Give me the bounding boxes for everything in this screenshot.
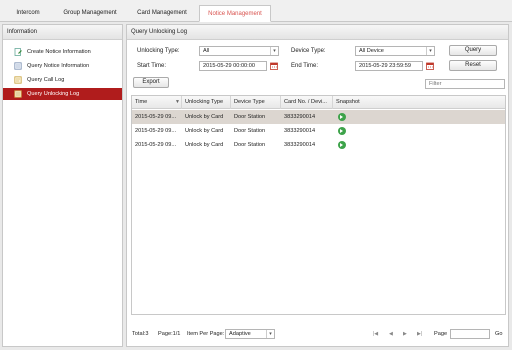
sidebar-item-create-notice[interactable]: Create Notice Information <box>3 46 122 58</box>
chevron-down-icon: ▾ <box>266 330 274 338</box>
device-type-label: Device Type: <box>291 48 326 54</box>
export-button[interactable]: Export <box>133 77 169 88</box>
items-per-page-value: Adaptive <box>229 331 251 337</box>
pager-total: Total:3 <box>132 331 149 337</box>
items-per-page-select[interactable]: Adaptive ▾ <box>225 329 275 339</box>
cell-time: 2015-05-29 09... <box>135 114 177 120</box>
end-time-label: End Time: <box>291 63 319 69</box>
unlocking-type-label: Unlocking Type: <box>137 48 180 54</box>
unlocking-log-table: Time ▼ Unlocking Type Device Type Card N… <box>131 95 506 315</box>
sidebar-item-label: Query Notice Information <box>27 63 90 69</box>
sidebar-item-query-notice[interactable]: Query Notice Information <box>3 60 122 72</box>
start-time-label: Start Time: <box>137 63 167 69</box>
tab-card-management[interactable]: Card Management <box>131 5 193 22</box>
sidebar-item-query-unlocking-log[interactable]: Query Unlocking Log <box>3 88 122 100</box>
chevron-down-icon: ▾ <box>270 47 278 55</box>
cell-device-type: Door Station <box>234 142 266 148</box>
query-button[interactable]: Query <box>449 45 497 56</box>
calendar-icon[interactable] <box>270 62 278 70</box>
column-header-device-type[interactable]: Device Type <box>231 96 281 109</box>
sidebar: Information Create Notice Information Qu… <box>2 24 123 347</box>
prev-page-icon[interactable]: ◀ <box>389 329 393 339</box>
cell-unlocking-type: Unlock by Card <box>185 142 224 148</box>
cell-card-no: 3833290014 <box>284 142 316 148</box>
sidebar-item-label: Query Call Log <box>27 77 65 83</box>
table-row[interactable]: 2015-05-29 09... Unlock by Card Door Sta… <box>132 138 505 152</box>
unlocking-type-value: All <box>203 48 210 54</box>
sidebar-item-label: Query Unlocking Log <box>27 91 80 97</box>
pager-page-info: Page:1/1 <box>158 331 181 337</box>
column-header-snapshot[interactable]: Snapshot <box>333 96 505 109</box>
reset-button[interactable]: Reset <box>449 60 497 71</box>
snapshot-play-icon[interactable] <box>338 141 346 149</box>
table-row[interactable]: 2015-05-29 09... Unlock by Card Door Sta… <box>132 124 505 138</box>
start-time-field[interactable]: 2015-05-29 00:00:00 <box>199 61 267 71</box>
page-title: Query Unlocking Log <box>127 25 508 40</box>
snapshot-play-icon[interactable] <box>338 113 346 121</box>
cell-unlocking-type: Unlock by Card <box>185 114 224 120</box>
first-page-icon[interactable]: |◀ <box>373 329 378 339</box>
table-header: Time ▼ Unlocking Type Device Type Card N… <box>132 96 505 109</box>
create-notice-icon <box>14 48 22 56</box>
tab-intercom[interactable]: Intercom <box>8 5 48 22</box>
snapshot-play-icon[interactable] <box>338 127 346 135</box>
tab-group-management[interactable]: Group Management <box>55 5 125 22</box>
cell-device-type: Door Station <box>234 128 266 134</box>
last-page-icon[interactable]: ▶| <box>417 329 422 339</box>
cell-card-no: 3833290014 <box>284 114 316 120</box>
chevron-down-icon: ▾ <box>426 47 434 55</box>
cell-time: 2015-05-29 09... <box>135 128 177 134</box>
unlocking-type-select[interactable]: All ▾ <box>199 46 279 56</box>
go-button[interactable]: Go <box>495 329 502 339</box>
cell-device-type: Door Station <box>234 114 266 120</box>
page-label: Page <box>434 331 448 337</box>
cell-unlocking-type: Unlock by Card <box>185 128 224 134</box>
cell-time: 2015-05-29 09... <box>135 142 177 148</box>
unlocking-log-icon <box>14 90 22 98</box>
column-header-card-no[interactable]: Card No. / Devi... <box>281 96 333 109</box>
query-notice-icon <box>14 62 22 70</box>
cell-card-no: 3833290014 <box>284 128 316 134</box>
sidebar-item-query-call-log[interactable]: Query Call Log <box>3 74 122 86</box>
calendar-icon[interactable] <box>426 62 434 70</box>
tab-notice-management[interactable]: Notice Management <box>199 5 271 22</box>
table-row[interactable]: 2015-05-29 09... Unlock by Card Door Sta… <box>132 110 505 124</box>
next-page-icon[interactable]: ▶ <box>403 329 407 339</box>
end-time-field[interactable]: 2015-05-29 23:59:59 <box>355 61 423 71</box>
filter-input[interactable] <box>425 79 505 89</box>
device-type-value: All Device <box>359 48 384 54</box>
sort-down-icon: ▼ <box>175 99 180 105</box>
top-nav: Intercom Group Management Card Managemen… <box>0 0 512 22</box>
call-log-icon <box>14 76 22 84</box>
page-number-input[interactable] <box>450 329 490 339</box>
main-panel: Query Unlocking Log Unlocking Type: All … <box>126 24 509 347</box>
device-type-select[interactable]: All Device ▾ <box>355 46 435 56</box>
sidebar-item-label: Create Notice Information <box>27 49 91 55</box>
sidebar-title: Information <box>3 25 122 40</box>
items-per-page-label: Item Per Page: <box>187 331 225 337</box>
column-header-unlocking-type[interactable]: Unlocking Type <box>182 96 231 109</box>
